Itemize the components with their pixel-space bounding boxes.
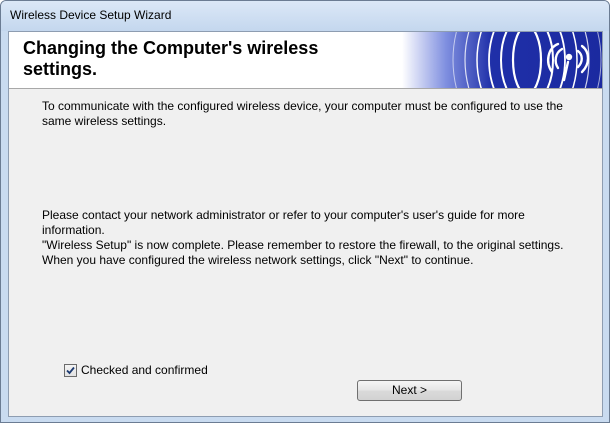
wizard-header: Changing the Computer's wireless setting…	[9, 32, 602, 89]
completion-message: Please contact your network administrato…	[42, 208, 572, 268]
next-button[interactable]: Next >	[357, 380, 462, 401]
setup-complete-text: "Wireless Setup" is now complete. Please…	[42, 238, 564, 267]
confirm-checkbox-label[interactable]: Checked and confirmed	[81, 363, 208, 377]
page-heading: Changing the Computer's wireless setting…	[23, 38, 319, 79]
checkmark-icon	[66, 366, 75, 375]
confirm-checkbox[interactable]	[64, 364, 77, 377]
window-title: Wireless Device Setup Wizard	[10, 8, 172, 22]
wizard-content: Changing the Computer's wireless setting…	[8, 31, 603, 417]
wizard-window: Wireless Device Setup Wizard Changing th…	[0, 0, 610, 423]
settings-explanation: To communicate with the configured wirel…	[42, 99, 563, 128]
contact-admin-text: Please contact your network administrato…	[42, 208, 525, 237]
title-bar[interactable]: Wireless Device Setup Wizard	[1, 1, 609, 31]
wireless-signal-icon	[402, 32, 602, 88]
